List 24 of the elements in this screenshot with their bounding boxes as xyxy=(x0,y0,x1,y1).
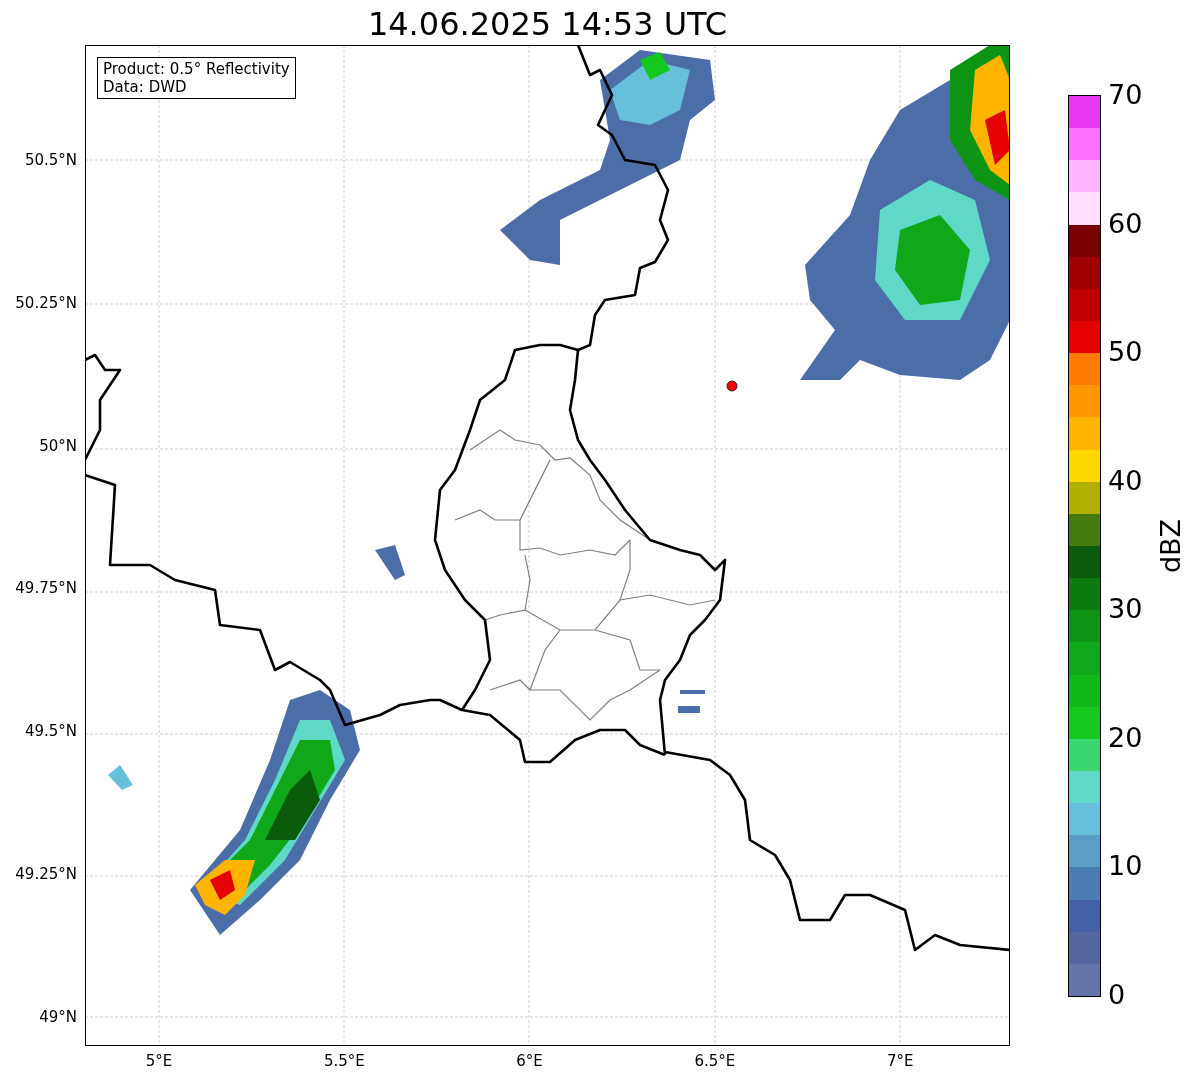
legend-text: Data: DWD xyxy=(103,78,188,96)
colorbar-tick-label: 0 xyxy=(1108,980,1126,1010)
latitude-label: 49.5°N xyxy=(24,722,77,741)
latitude-label: 50°N xyxy=(39,436,77,455)
colorbar-tick-label: 30 xyxy=(1108,594,1143,625)
latitude-label: 50.5°N xyxy=(24,151,77,169)
longitude-label: 7°E xyxy=(885,1052,915,1070)
chart-title: 14.06.2025 14:53 UTC xyxy=(367,4,728,45)
colorbar-tick-label: 20 xyxy=(1108,722,1143,753)
longitude-label: 6°E xyxy=(515,1052,544,1070)
longitude-label: 5.5°E xyxy=(322,1052,366,1070)
colorbar-tick-label: 40 xyxy=(1108,465,1143,496)
colorbar-tick-label: 10 xyxy=(1108,851,1143,882)
legend-text: Product: 0.5° Reflectivity xyxy=(103,60,290,78)
longitude-label: 5°E xyxy=(144,1052,174,1070)
colorbar-tick-label: 70 xyxy=(1108,80,1143,110)
latitude-label: 49°N xyxy=(39,1007,77,1026)
latitude-label: 49.75°N xyxy=(15,579,77,598)
latitude-label: 49.25°N xyxy=(15,865,77,883)
latitude-label: 50.25°N xyxy=(15,293,77,312)
longitude-label: 6.5°E xyxy=(693,1052,737,1070)
colorbar-label: dBZ xyxy=(1156,518,1187,574)
colorbar-tick-label: 50 xyxy=(1108,337,1143,368)
colorbar-tick-label: 60 xyxy=(1108,208,1143,239)
